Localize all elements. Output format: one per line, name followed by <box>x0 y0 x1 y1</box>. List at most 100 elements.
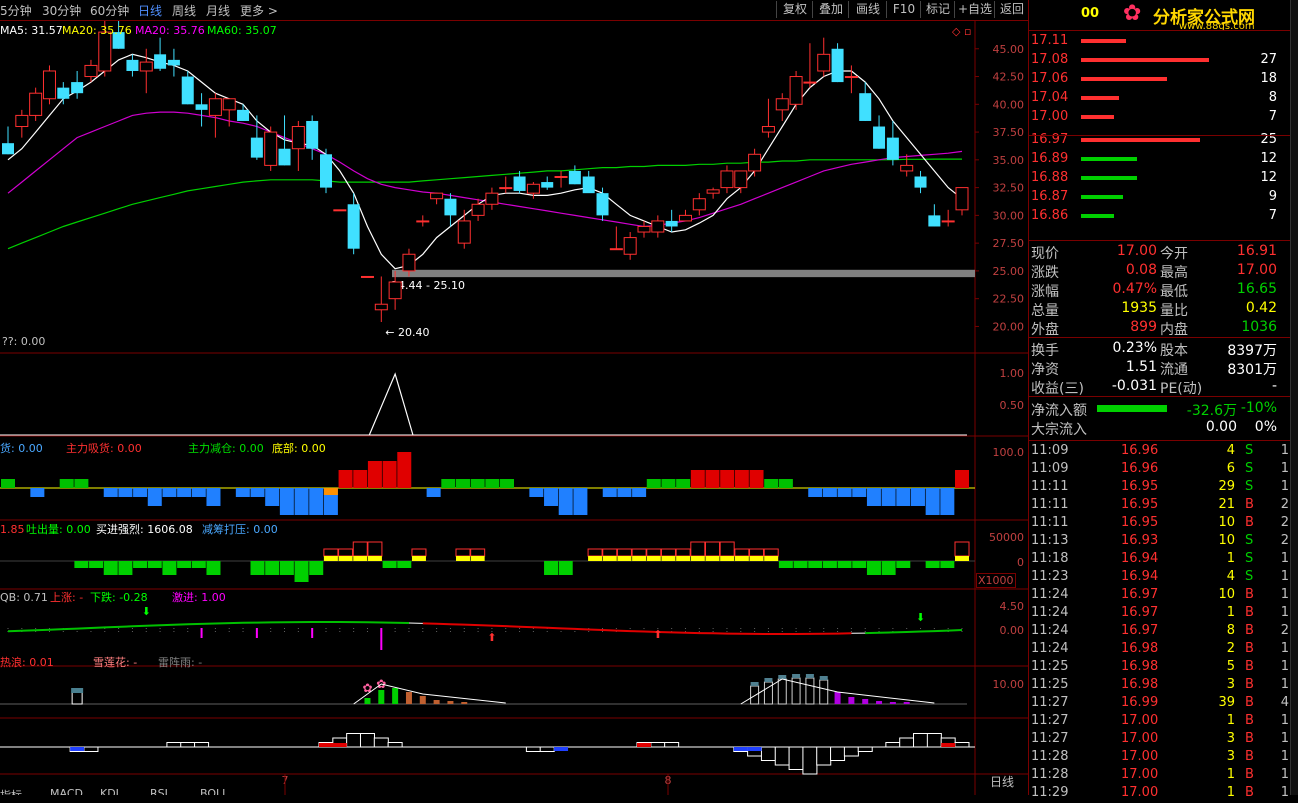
panel4-bar <box>118 561 133 575</box>
tick-price: 17.00 <box>1121 785 1159 800</box>
tick-count: 1 <box>1280 749 1289 764</box>
toolbar-button-6[interactable]: 返回 <box>994 1 1029 18</box>
panel3-bar <box>426 488 441 497</box>
panel3-bar <box>191 488 206 497</box>
candle-body <box>914 176 927 188</box>
low-price-label: ← 20.40 <box>385 326 429 339</box>
panel4-bar-yellow <box>323 556 338 561</box>
panel7-color-bar <box>554 747 569 751</box>
separator <box>1029 30 1291 31</box>
panel6-bar <box>433 700 440 704</box>
candle-body <box>844 76 858 79</box>
toolbar-button-0[interactable]: 复权 <box>776 1 813 18</box>
panel2-legend: ??: 0.00 <box>2 335 45 348</box>
stat-value: 8397万 <box>1227 343 1277 359</box>
period-tab-4[interactable]: 周线 <box>172 2 196 19</box>
panel4-bar-outline <box>704 541 720 557</box>
panel4-bar <box>852 561 867 568</box>
period-tab-5[interactable]: 月线 <box>206 2 230 19</box>
toolbar-button-5[interactable]: +自选 <box>954 1 995 18</box>
panel4-bar <box>162 561 177 575</box>
flower-icon: ✿ <box>362 681 372 695</box>
panel4-bar-outline <box>660 548 676 557</box>
bottom-tab-4[interactable]: BOLL <box>200 787 228 795</box>
tick-volume: 3 <box>1226 749 1235 764</box>
order-book-row: 16.87 9 <box>1029 189 1291 207</box>
side-scrollbar[interactable] <box>1290 0 1298 795</box>
panel-toggle-icon: ▫ <box>964 25 971 38</box>
tick-time: 11:11 <box>1031 497 1069 512</box>
tick-time: 11:11 <box>1031 479 1069 494</box>
panel3-bar <box>338 470 353 488</box>
candle-body <box>928 215 941 227</box>
panel4-bar-outline <box>323 548 339 557</box>
period-tab-6[interactable]: 更多 > <box>240 2 278 19</box>
panel3-bar <box>397 452 412 488</box>
tick-volume: 1 <box>1226 605 1235 620</box>
tick-side: S <box>1245 533 1254 548</box>
tick-side: S <box>1245 479 1254 494</box>
tick-volume: 3 <box>1226 731 1235 746</box>
panel4-bar-yellow <box>734 556 749 561</box>
toolbar-button-3[interactable]: F10 <box>886 1 921 18</box>
order-book-row: 17.04 8 <box>1029 90 1291 108</box>
order-book-row: 17.00 7 <box>1029 109 1291 127</box>
candle-body <box>360 275 374 278</box>
order-volume: 18 <box>1260 71 1277 86</box>
panel7-bar <box>774 746 790 766</box>
panel4-bar-outline <box>352 541 368 557</box>
panel7-color-bar <box>319 743 333 747</box>
candle-body <box>803 81 817 84</box>
toolbar-button-4[interactable]: 标记 <box>920 1 955 18</box>
order-price: 16.88 <box>1031 170 1069 185</box>
stat-label: 今开 <box>1160 246 1188 262</box>
y-tick-label: 30.00 <box>993 209 1025 222</box>
tick-time: 11:24 <box>1031 605 1069 620</box>
stat-label: 量比 <box>1160 303 1188 319</box>
tick-count: 1 <box>1280 605 1289 620</box>
bottom-tab-0[interactable]: 指标 <box>0 787 22 795</box>
tick-count: 1 <box>1280 713 1289 728</box>
stat-row: 收益(三) -0.031 PE(动) - <box>1029 378 1291 397</box>
candle-body <box>692 198 706 211</box>
bottom-tab-2[interactable]: KDJ <box>100 787 119 795</box>
panel6-legend-1: 雪莲花: - <box>93 656 137 669</box>
trade-tick-row: 11:23 16.94 4 S 1 <box>1029 569 1291 587</box>
trade-tick-row: 11:11 16.95 21 B 2 <box>1029 497 1291 515</box>
order-depth-bar <box>1081 195 1124 199</box>
tick-price: 16.95 <box>1121 497 1159 512</box>
toolbar-button-2[interactable]: 画线 <box>848 1 887 18</box>
candle-body <box>637 225 651 233</box>
period-tab-2[interactable]: 60分钟 <box>90 2 129 19</box>
panel6-outline-bar <box>819 679 829 705</box>
flow-value: -32.6万 <box>1186 403 1237 419</box>
panel5-green-line <box>7 621 410 633</box>
tick-price: 16.95 <box>1121 479 1159 494</box>
separator <box>1029 440 1291 441</box>
tick-price: 16.94 <box>1121 551 1159 566</box>
stat-row: 涨跌 0.08 最高 17.00 <box>1029 262 1291 281</box>
bottom-tab-1[interactable]: MACD <box>50 787 83 795</box>
logo-banner: 00 ✿ 分析家公式网 www.88gs.com <box>1029 0 1291 32</box>
candle-body <box>320 154 332 188</box>
period-tab-1[interactable]: 30分钟 <box>42 2 81 19</box>
tick-volume: 8 <box>1226 623 1235 638</box>
period-tab-3[interactable]: 日线 <box>138 2 162 19</box>
period-tab-0[interactable]: 5分钟 <box>0 2 32 19</box>
candle-body <box>98 31 112 72</box>
tick-time: 11:27 <box>1031 695 1069 710</box>
panel3-bar <box>602 488 617 497</box>
tick-side: B <box>1245 515 1254 530</box>
candle-body <box>859 93 872 121</box>
stat-value: 1036 <box>1241 319 1277 335</box>
toolbar-button-1[interactable]: 叠加 <box>812 1 849 18</box>
panel5-green-line-2 <box>865 629 963 635</box>
panel6-bar <box>461 702 468 704</box>
order-depth-bar <box>1081 115 1115 119</box>
down-arrow-icon: ⬇ <box>142 605 151 618</box>
ma-legend-1: MA20: 35.76 <box>62 24 132 37</box>
panel3-legend-2: 主力减仓: 0.00 <box>188 441 264 455</box>
panel7-bar <box>373 737 389 748</box>
candle-body <box>15 114 29 128</box>
bottom-tab-3[interactable]: RSI <box>150 787 168 795</box>
